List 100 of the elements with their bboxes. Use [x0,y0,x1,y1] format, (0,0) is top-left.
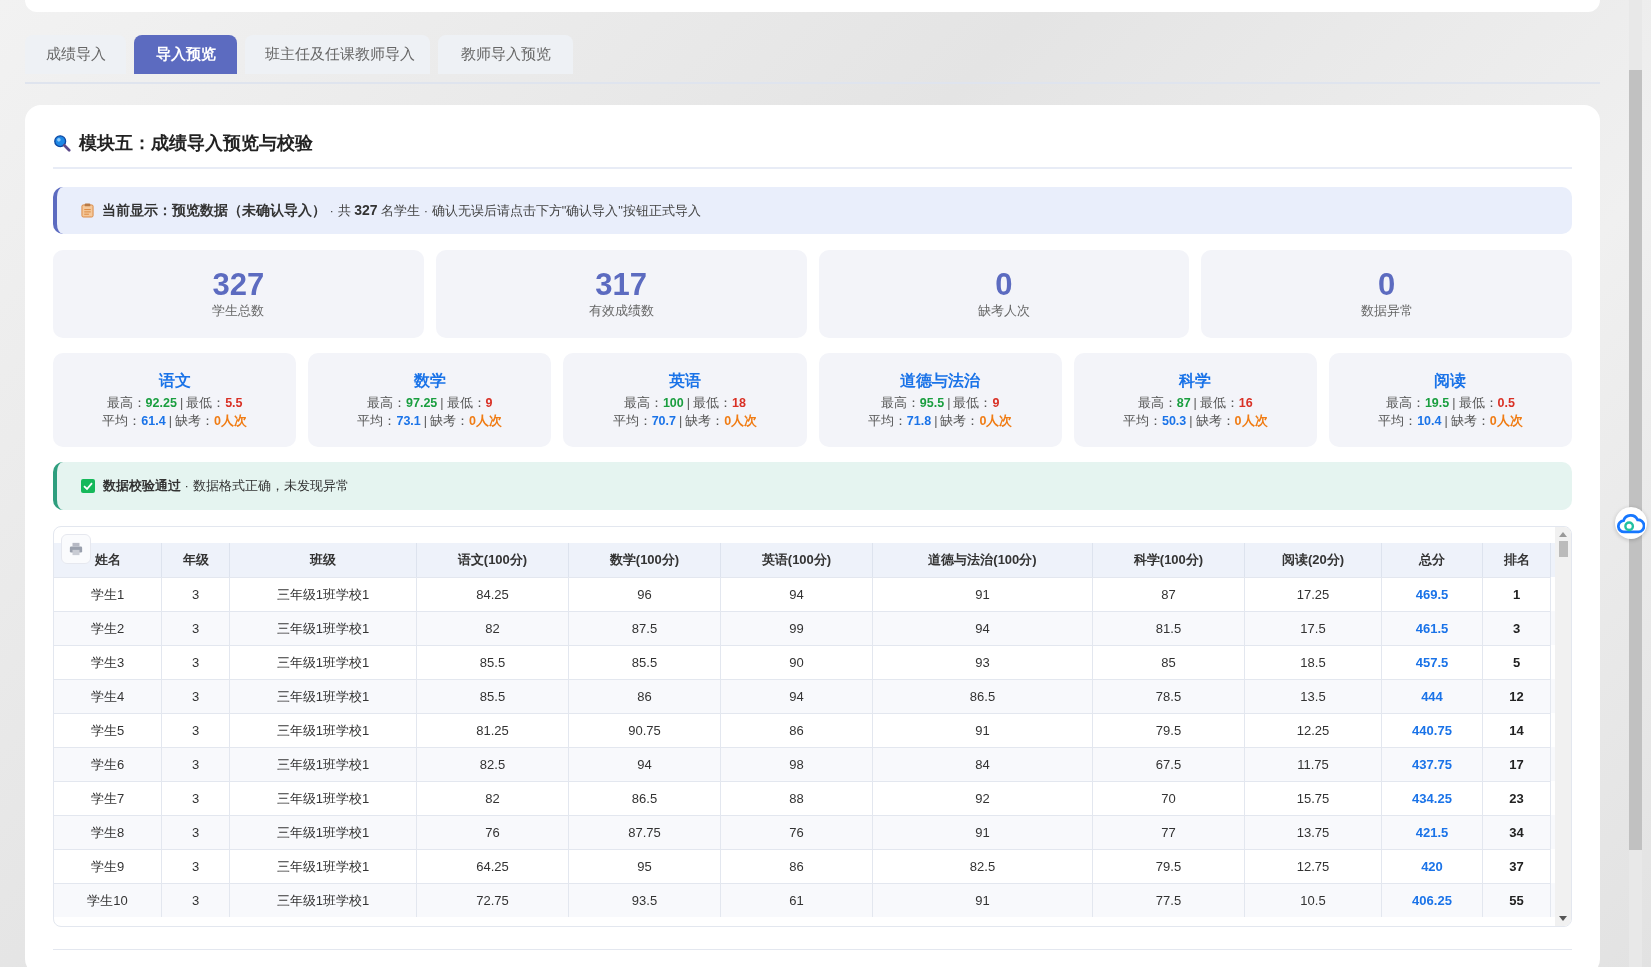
table-cell: 3 [162,577,230,611]
subject-name: 英语 [668,370,701,391]
notice-text: 当前显示：预览数据（未确认导入） · 共 327 名学生 · 确认无误后请点击下方"确认导入"按钮正式导入 [102,201,701,220]
stat-label: 最低： [1458,394,1498,412]
table-cell: 82.5 [417,747,569,781]
stat-label: 平均： [357,412,397,430]
separator: | [1189,413,1193,428]
column-header: 阅读(20分) [1245,543,1382,577]
stat-value: 73.1 [396,413,421,428]
table-cell: 5 [1483,645,1551,679]
scroll-thumb[interactable] [1629,70,1642,850]
table-cell: 13.75 [1245,815,1382,849]
table-cell: 420 [1382,849,1483,883]
table-cell: 学生2 [54,611,162,645]
scroll-down-icon[interactable] [1559,916,1567,922]
stat-value: 0人次 [1489,412,1523,430]
cloud-button[interactable] [1615,507,1647,539]
search-icon [53,134,71,152]
subject-name: 道德与法治 [900,370,981,391]
column-header: 英语(100分) [721,543,873,577]
table-cell: 77 [1093,815,1245,849]
table-cell: 98 [721,747,873,781]
stat-value: 10.4 [1417,413,1442,428]
table-cell: 96 [569,577,721,611]
scroll-thumb[interactable] [1558,541,1568,557]
subject-name: 语文 [158,370,191,391]
tab[interactable]: 班主任及任课教师导入 [245,35,430,74]
stat-value: 0人次 [213,412,247,430]
stat-value: 317 [595,267,647,303]
stat-label: 最高： [623,394,663,412]
table-cell: 15.75 [1245,781,1382,815]
separator: | [1452,395,1456,410]
table-cell: 3 [162,747,230,781]
table-cell: 76 [417,815,569,849]
table-cell: 461.5 [1382,611,1483,645]
stat-value: 5.5 [225,395,243,410]
table-cell: 三年级1班学校1 [230,611,417,645]
table-cell: 87.5 [569,611,721,645]
table-cell: 55 [1483,883,1551,917]
stat-value: 0人次 [1234,412,1268,430]
table-cell: 13.5 [1245,679,1382,713]
column-header: 姓名 [54,543,162,577]
stat-value: 16 [1238,395,1253,410]
stat-label: 缺考： [1195,412,1235,430]
table-cell: 37 [1483,849,1551,883]
table-cell: 81.25 [417,713,569,747]
stat-value: 97.25 [406,395,438,410]
table-cell: 11.75 [1245,747,1382,781]
table-cell: 86.5 [569,781,721,815]
page-scrollbar[interactable] [1629,0,1642,967]
validation-text: 数据校验通过 · 数据格式正确，未发现异常 [103,477,349,495]
stat-value: 100 [662,395,684,410]
table-cell: 1 [1483,577,1551,611]
table-cell: 34 [1483,815,1551,849]
table-cell: 学生3 [54,645,162,679]
table-cell: 12.25 [1245,713,1382,747]
table-cell: 440.75 [1382,713,1483,747]
table-cell: 17.5 [1245,611,1382,645]
table-cell: 学生5 [54,713,162,747]
stat-label: 平均： [612,412,652,430]
scroll-up-icon[interactable] [1559,531,1567,537]
table-cell: 学生1 [54,577,162,611]
stat-value: 327 [212,267,265,303]
column-header: 年级 [162,543,230,577]
table-cell: 3 [162,713,230,747]
stat-value: 0人次 [469,412,502,430]
stat-label: 最低： [186,394,226,412]
column-header: 排名 [1483,543,1551,577]
tab[interactable]: 教师导入预览 [438,35,573,74]
table-cell: 91 [873,713,1093,747]
table-cell: 三年级1班学校1 [230,645,417,679]
tab[interactable]: 导入预览 [134,35,237,74]
stat-label: 学生总数 [212,302,265,321]
column-header: 总分 [1382,543,1483,577]
separator: | [1193,395,1197,410]
tab[interactable]: 成绩导入 [25,35,126,74]
table-cell: 457.5 [1382,645,1483,679]
table-cell: 84.25 [417,577,569,611]
table-cell: 3 [162,679,230,713]
table-cell: 学生8 [54,815,162,849]
stat-label: 最高： [1385,394,1425,412]
separator: | [179,395,184,410]
table-cell: 学生4 [54,679,162,713]
column-header: 语文(100分) [417,543,569,577]
table-cell: 三年级1班学校1 [230,747,417,781]
print-button[interactable] [61,534,91,564]
table-cell: 93 [873,645,1093,679]
table-cell: 81.5 [1093,611,1245,645]
table-cell: 79.5 [1093,713,1245,747]
stat-label: 缺考： [685,412,725,430]
table-cell: 23 [1483,781,1551,815]
scrollbar[interactable] [1555,527,1571,926]
stat-value: 87 [1176,395,1191,410]
table-cell: 三年级1班学校1 [230,781,417,815]
stat-label: 数据异常 [1360,302,1413,321]
table-cell: 94 [873,611,1093,645]
table-cell: 学生9 [54,849,162,883]
stat-value: 9 [485,395,493,410]
table-cell: 3 [162,781,230,815]
table-cell: 14 [1483,713,1551,747]
